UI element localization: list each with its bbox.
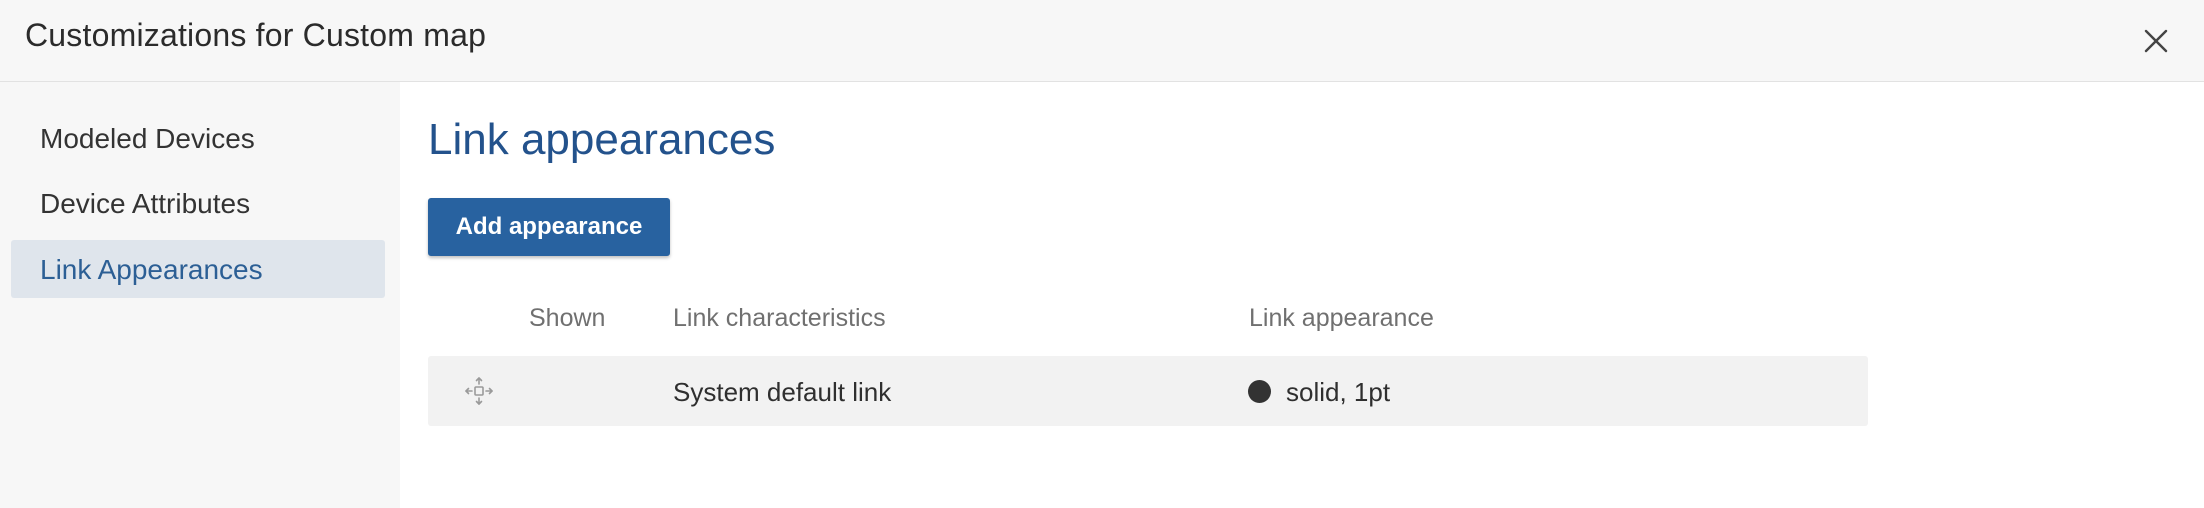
column-header-link-characteristics[interactable]: Link characteristics xyxy=(673,304,886,333)
main-panel: Link appearances Add appearance Shown Li… xyxy=(400,82,2204,508)
close-icon xyxy=(2144,29,2168,53)
sidebar: Modeled Devices Device Attributes Link A… xyxy=(0,82,400,508)
sidebar-item-label: Modeled Devices xyxy=(40,123,255,154)
table-row[interactable]: System default link solid, 1pt xyxy=(428,356,1868,426)
sidebar-item-modeled-devices[interactable]: Modeled Devices xyxy=(11,109,385,167)
page-title: Link appearances xyxy=(428,115,776,164)
link-appearance-cell: solid, 1pt xyxy=(1286,377,1391,407)
drag-move-icon[interactable] xyxy=(463,375,495,407)
sidebar-item-device-attributes[interactable]: Device Attributes xyxy=(11,174,385,232)
customizations-dialog: Customizations for Custom map Modeled De… xyxy=(0,0,2204,508)
column-header-link-appearance[interactable]: Link appearance xyxy=(1249,304,1434,333)
sidebar-item-label: Link Appearances xyxy=(40,254,263,285)
link-characteristics-cell: System default link xyxy=(673,377,892,407)
dialog-title: Customizations for Custom map xyxy=(25,17,487,53)
sidebar-item-link-appearances[interactable]: Link Appearances xyxy=(11,240,385,298)
close-button[interactable] xyxy=(2138,23,2174,59)
add-appearance-button[interactable]: Add appearance xyxy=(428,198,670,256)
dialog-header: Customizations for Custom map xyxy=(0,0,2204,82)
line-color-swatch xyxy=(1248,380,1271,403)
sidebar-item-label: Device Attributes xyxy=(40,188,251,219)
column-header-shown[interactable]: Shown xyxy=(529,304,605,333)
